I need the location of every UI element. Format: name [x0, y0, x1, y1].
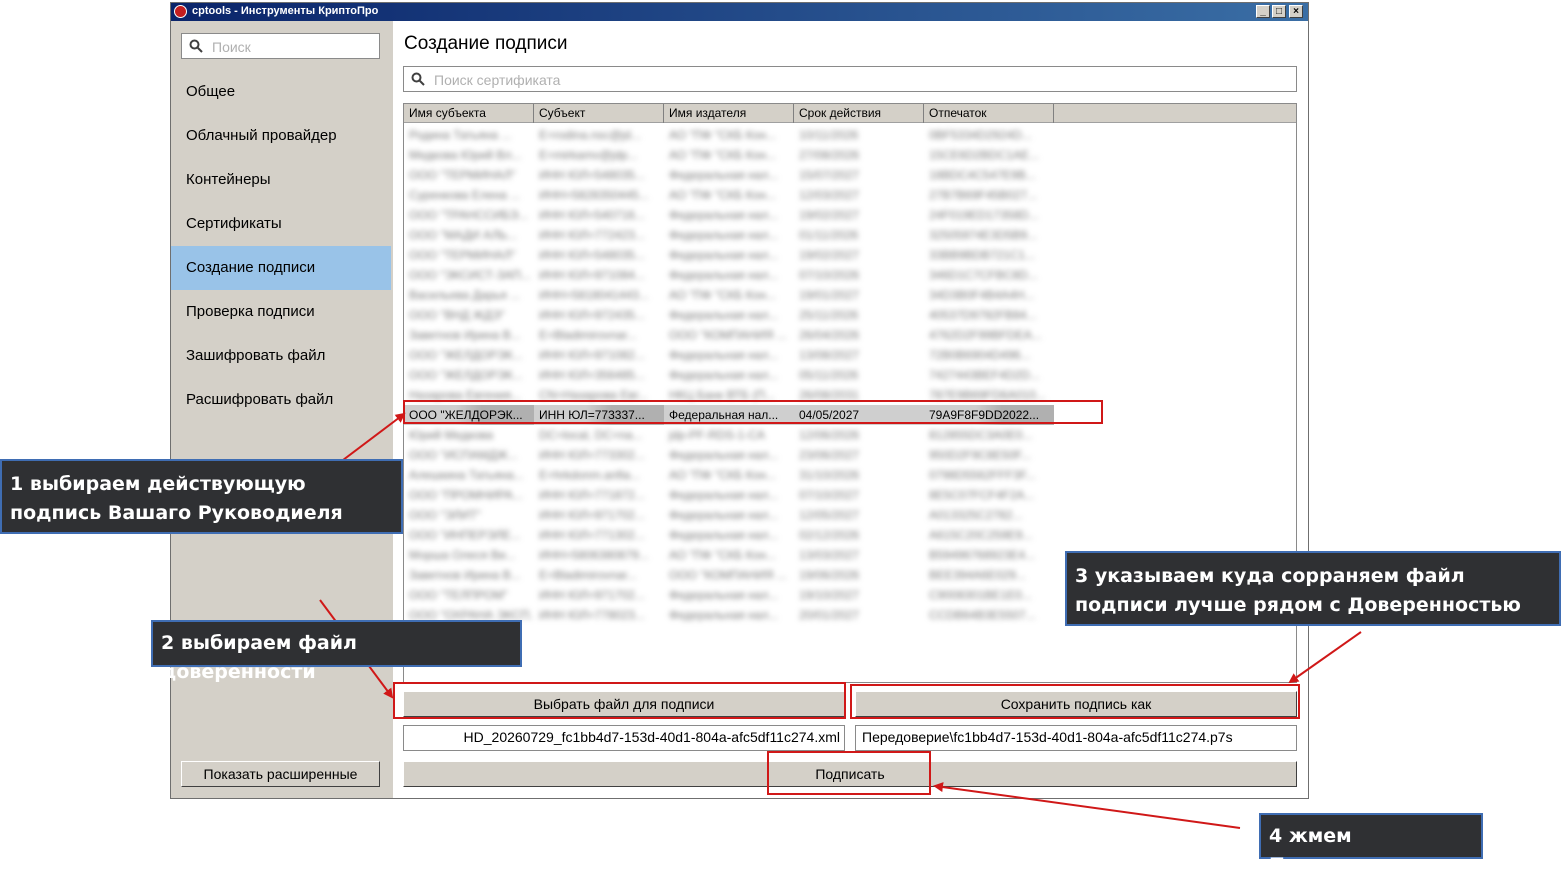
- arrow-step4: [933, 782, 1241, 829]
- callout-step1: 1 выбираем действующую подпись Вашаго Ру…: [0, 459, 403, 534]
- arrow-step3: [1288, 631, 1362, 684]
- callout-step2: 2 выбираем файл доверенности: [151, 620, 522, 683]
- callout-step3: 3 указываем куда сорраняем файл подписи …: [1065, 551, 1561, 626]
- callout-step4: 4 жмем Подписать: [1259, 813, 1483, 876]
- annotation-arrows: [289, 412, 1362, 829]
